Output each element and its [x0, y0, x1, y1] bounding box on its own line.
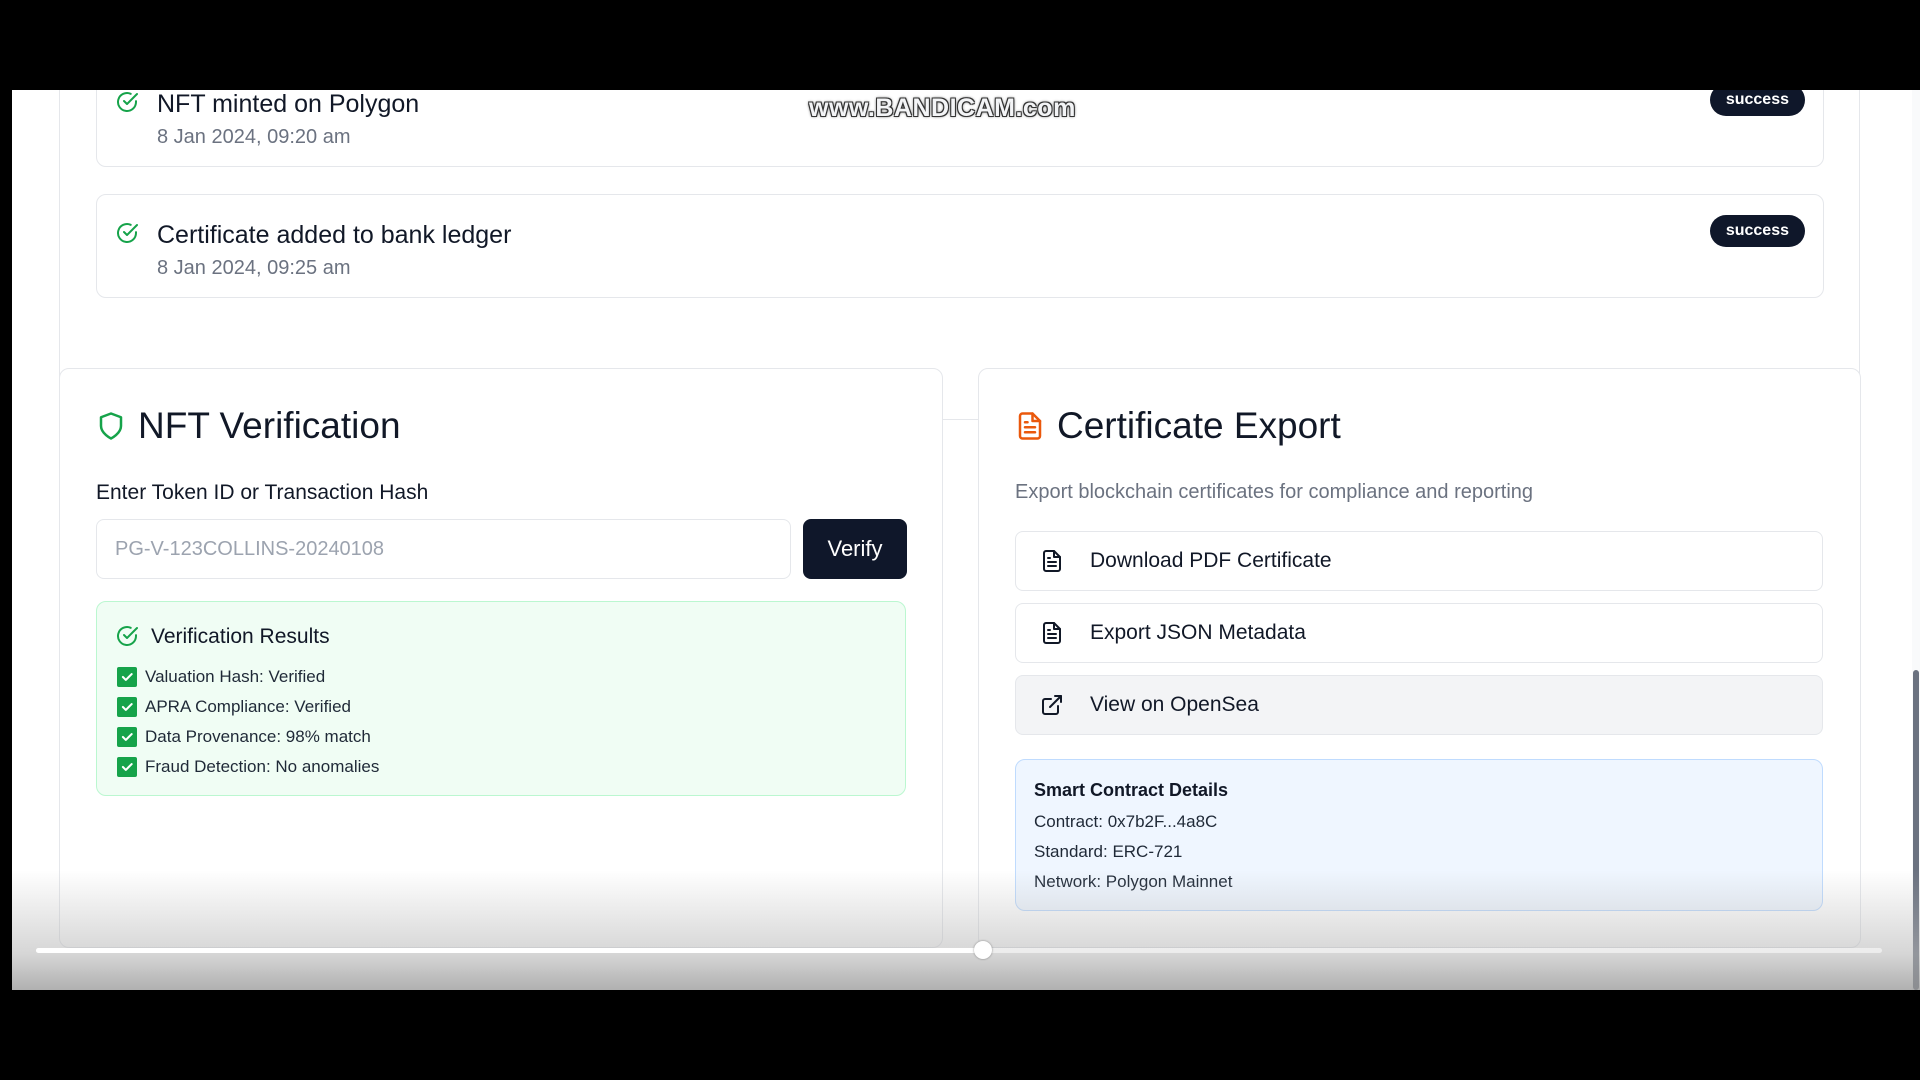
scrollbar-thumb[interactable] — [1913, 670, 1919, 990]
letterbox-top — [0, 0, 1920, 90]
button-label: View on OpenSea — [1090, 693, 1259, 716]
video-seek-bar[interactable] — [36, 941, 1882, 959]
file-text-icon — [1043, 550, 1061, 572]
timeline-item-title: NFT minted on Polygon — [157, 90, 420, 118]
timeline-item-date: 8 Jan 2024, 09:25 am — [157, 257, 351, 279]
export-json-button[interactable]: Export JSON Metadata — [1015, 603, 1823, 663]
certificate-export-card: Certificate Export Export blockchain cer… — [978, 368, 1861, 948]
list-item: APRA Compliance: Verified — [117, 692, 379, 722]
timeline-item-date: 8 Jan 2024, 09:20 am — [157, 126, 351, 148]
export-description: Export blockchain certificates for compl… — [1015, 481, 1534, 503]
shield-icon — [99, 412, 123, 440]
seek-progress — [36, 948, 983, 953]
contract-network: Network: Polygon Mainnet — [1034, 872, 1233, 891]
recorder-watermark: www.BANDICAM.com — [809, 94, 1076, 122]
check-circle-icon — [117, 92, 138, 112]
list-item: Valuation Hash: Verified — [117, 662, 379, 692]
contract-standard: Standard: ERC-721 — [1034, 842, 1183, 861]
checkmark-icon — [117, 757, 137, 777]
result-text: Data Provenance: 98% match — [145, 727, 371, 746]
file-text-icon — [1018, 412, 1042, 440]
check-circle-icon — [117, 626, 138, 646]
token-field-label: Enter Token ID or Transaction Hash — [96, 481, 429, 504]
seek-handle[interactable] — [973, 941, 992, 959]
page-viewport: NFT minted on Polygon 8 Jan 2024, 09:20 … — [12, 90, 1920, 990]
result-text: Fraud Detection: No anomalies — [145, 757, 380, 776]
contract-address: Contract: 0x7b2F...4a8C — [1034, 812, 1218, 831]
checkmark-icon — [117, 727, 137, 747]
nft-verification-card: NFT Verification Enter Token ID or Trans… — [59, 368, 943, 948]
button-label: Export JSON Metadata — [1090, 621, 1306, 644]
result-text: Valuation Hash: Verified — [145, 667, 326, 686]
card-title: NFT Verification — [138, 405, 401, 446]
verify-button[interactable]: Verify — [803, 519, 907, 579]
letterbox-bottom — [0, 990, 1920, 1080]
smart-contract-details: Smart Contract Details Contract: 0x7b2F.… — [1015, 759, 1823, 911]
letterbox-left — [0, 90, 12, 990]
view-opensea-button[interactable]: View on OpenSea — [1015, 675, 1823, 735]
button-label: Download PDF Certificate — [1090, 549, 1332, 572]
checkmark-icon — [117, 697, 137, 717]
card-title: Certificate Export — [1057, 405, 1341, 446]
verification-results-panel: Verification Results Valuation Hash: Ver… — [96, 601, 906, 796]
token-id-input[interactable] — [96, 519, 791, 579]
timeline-item-title: Certificate added to bank ledger — [157, 221, 512, 249]
status-badge: success — [1709, 90, 1805, 116]
result-text: APRA Compliance: Verified — [145, 697, 351, 716]
file-text-icon — [1043, 622, 1061, 644]
external-link-icon — [1042, 695, 1062, 715]
results-list: Valuation Hash: Verified APRA Compliance… — [117, 662, 379, 782]
status-badge: success — [1709, 215, 1805, 247]
contract-title: Smart Contract Details — [1034, 780, 1229, 800]
timeline-item: Certificate added to bank ledger 8 Jan 2… — [96, 194, 1824, 298]
download-pdf-button[interactable]: Download PDF Certificate — [1015, 531, 1823, 591]
results-title: Verification Results — [151, 625, 330, 648]
page-scrollbar[interactable] — [1912, 90, 1920, 990]
check-circle-icon — [117, 223, 138, 243]
checkmark-icon — [117, 667, 137, 687]
list-item: Data Provenance: 98% match — [117, 722, 379, 752]
list-item: Fraud Detection: No anomalies — [117, 752, 379, 782]
